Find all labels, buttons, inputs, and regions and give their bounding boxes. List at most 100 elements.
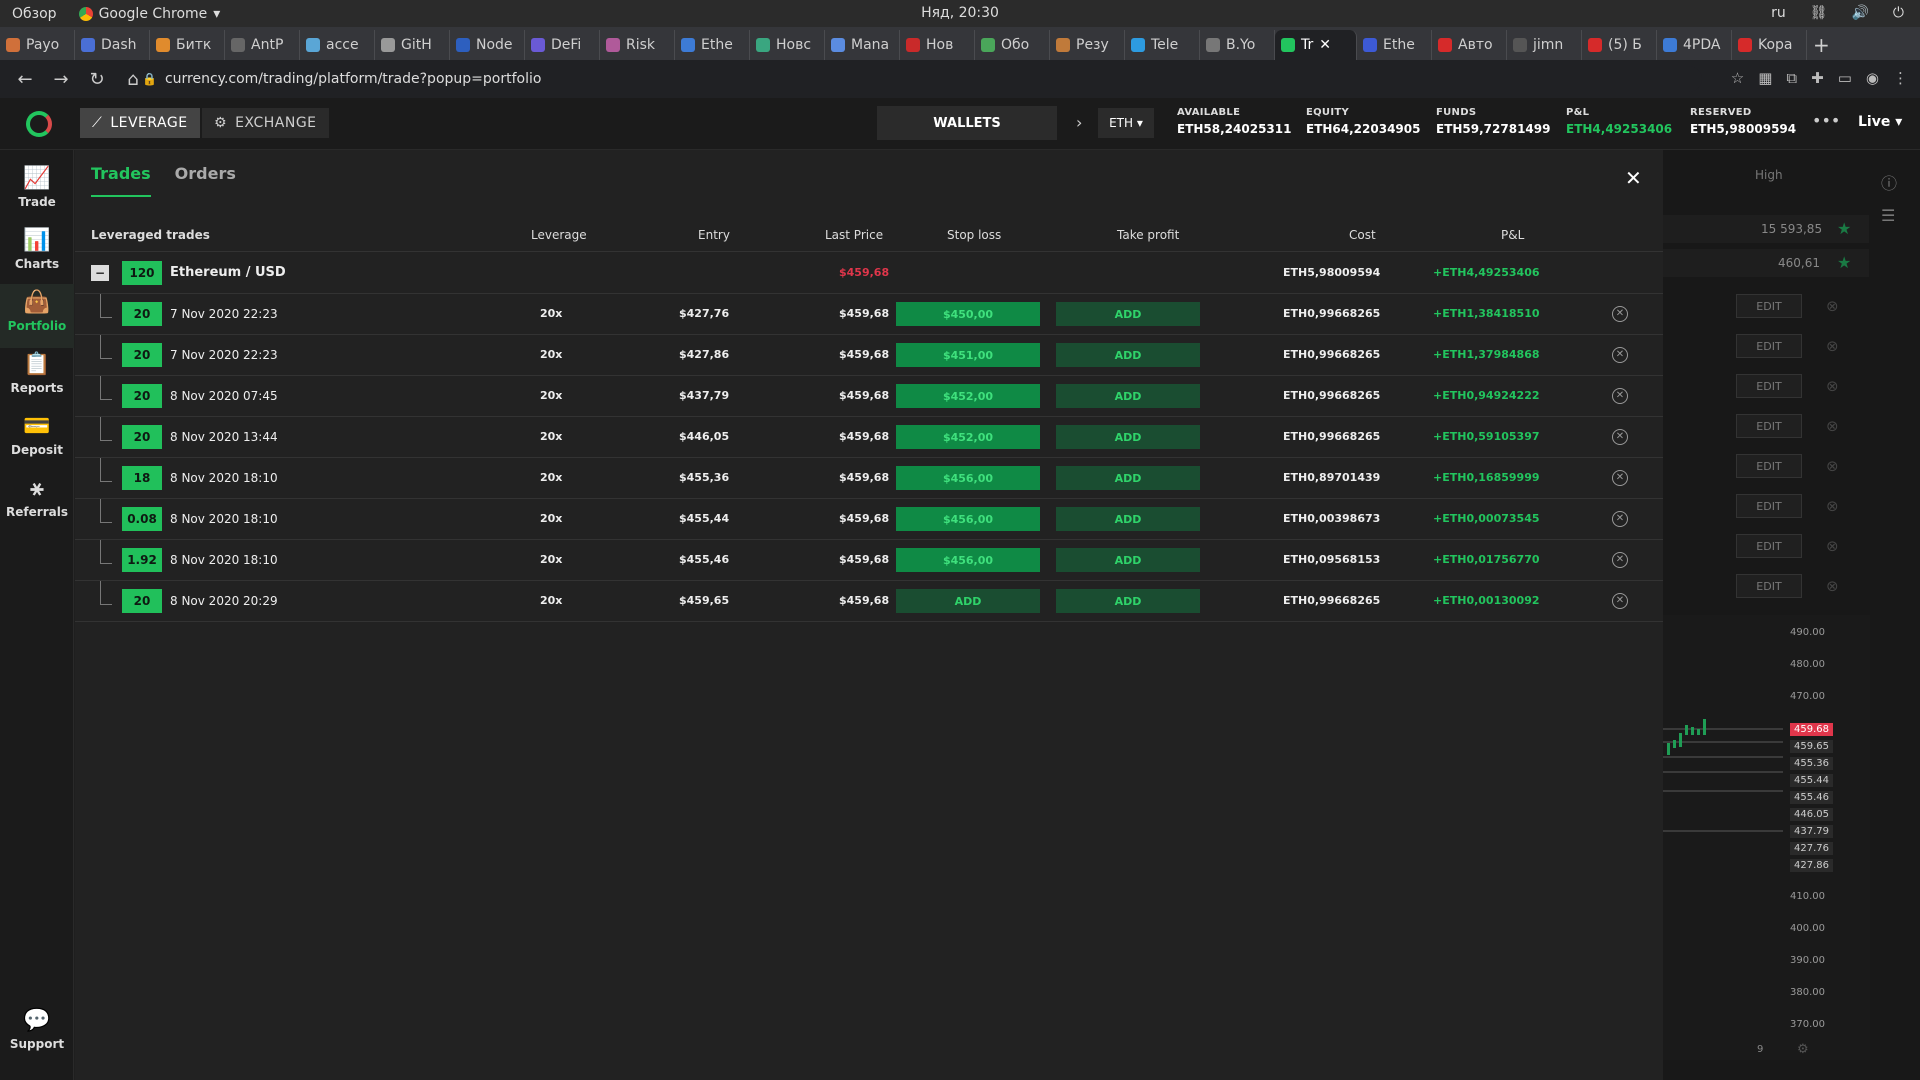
close-trade-icon[interactable]: ✕ — [1612, 470, 1628, 486]
close-icon[interactable]: ⊗ — [1826, 417, 1839, 435]
tab-trades[interactable]: Trades — [91, 164, 151, 197]
close-icon[interactable]: ⊗ — [1826, 337, 1839, 355]
tab-orders[interactable]: Orders — [175, 164, 236, 197]
browser-tab[interactable]: DeFi — [525, 30, 600, 60]
trade-row[interactable]: 20 8 Nov 2020 07:45 20x $437,79 $459,68 $452,… — [75, 376, 1663, 417]
forward-icon[interactable]: → — [50, 69, 72, 90]
new-tab-button[interactable]: + — [1807, 30, 1847, 60]
browser-tab[interactable]: Нов — [900, 30, 975, 60]
star-icon[interactable]: ★ — [1837, 253, 1851, 272]
browser-tab[interactable]: Авто — [1432, 30, 1507, 60]
logo-icon[interactable] — [26, 111, 52, 137]
settings-icon[interactable]: ⚙ — [1797, 1042, 1809, 1057]
edit-button[interactable]: EDIT — [1736, 334, 1802, 358]
browser-tab[interactable]: Битк — [150, 30, 225, 60]
browser-tab[interactable]: Risk — [600, 30, 675, 60]
edit-button[interactable]: EDIT — [1736, 454, 1802, 478]
sidebar-item-charts[interactable]: 📊 Charts — [0, 222, 74, 286]
live-toggle[interactable]: Live ▾ — [1858, 114, 1902, 130]
profile-icon[interactable]: ◉ — [1866, 69, 1879, 87]
leverage-button[interactable]: ⟋ LEVERAGE — [80, 108, 200, 138]
browser-tab[interactable]: GitH — [375, 30, 450, 60]
stop-loss-button[interactable]: $452,00 — [896, 384, 1040, 408]
take-profit-button[interactable]: ADD — [1056, 466, 1200, 490]
stop-loss-button[interactable]: $451,00 — [896, 343, 1040, 367]
volume-icon[interactable]: 🔊 — [1851, 5, 1868, 21]
stop-loss-button[interactable]: $456,00 — [896, 548, 1040, 572]
cast-icon[interactable]: ▭ — [1838, 69, 1852, 87]
trade-row[interactable]: 20 8 Nov 2020 20:29 20x $459,65 $459,68 ADD AD… — [75, 581, 1663, 622]
take-profit-button[interactable]: ADD — [1056, 589, 1200, 613]
wallets-button[interactable]: WALLETS — [877, 106, 1057, 140]
trade-row[interactable]: 1.92 8 Nov 2020 18:10 20x $455,46 $459,68 $45… — [75, 540, 1663, 581]
collapse-icon[interactable]: − — [91, 265, 109, 281]
back-icon[interactable]: ← — [14, 69, 36, 90]
browser-tab[interactable]: acce — [300, 30, 375, 60]
browser-tab[interactable]: Ethe — [675, 30, 750, 60]
extension-icon[interactable]: ▦ — [1758, 69, 1772, 87]
browser-tab[interactable]: Новс — [750, 30, 825, 60]
stop-loss-button[interactable]: $456,00 — [896, 507, 1040, 531]
close-icon[interactable]: ⊗ — [1826, 537, 1839, 555]
exchange-button[interactable]: ⚙ EXCHANGE — [202, 108, 329, 138]
trade-row[interactable]: 20 7 Nov 2020 22:23 20x $427,86 $459,68 $451,… — [75, 335, 1663, 376]
take-profit-button[interactable]: ADD — [1056, 302, 1200, 326]
close-icon[interactable]: ⊗ — [1826, 457, 1839, 475]
group-row[interactable]: − 120 Ethereum / USD $459,68 ETH5,980095… — [75, 253, 1663, 294]
edit-button[interactable]: EDIT — [1736, 374, 1802, 398]
close-trade-icon[interactable]: ✕ — [1612, 347, 1628, 363]
close-icon[interactable]: ⊗ — [1826, 577, 1839, 595]
browser-tab[interactable]: Tele — [1125, 30, 1200, 60]
close-trade-icon[interactable]: ✕ — [1612, 593, 1628, 609]
url-field[interactable]: 🔒 currency.com/trading/platform/trade?po… — [142, 66, 1702, 92]
browser-tab[interactable]: (5) Б — [1582, 30, 1657, 60]
stop-loss-button[interactable]: ADD — [896, 589, 1040, 613]
browser-tab[interactable]: Node — [450, 30, 525, 60]
stop-loss-button[interactable]: $450,00 — [896, 302, 1040, 326]
browser-tab[interactable]: jimn — [1507, 30, 1582, 60]
trade-row[interactable]: 20 8 Nov 2020 13:44 20x $446,05 $459,68 $452,… — [75, 417, 1663, 458]
browser-tab[interactable]: B.Yo — [1200, 30, 1275, 60]
browser-tab[interactable]: AntP — [225, 30, 300, 60]
menu-icon[interactable]: ⋮ — [1893, 69, 1908, 87]
sidebar-item-referrals[interactable]: ⚹ Referrals — [0, 470, 74, 534]
take-profit-button[interactable]: ADD — [1056, 384, 1200, 408]
home-icon[interactable]: ⌂ — [122, 69, 144, 90]
browser-tab[interactable]: Обо — [975, 30, 1050, 60]
sidebar-item-support[interactable]: 💬 Support — [0, 1002, 74, 1066]
edit-button[interactable]: EDIT — [1736, 534, 1802, 558]
close-icon[interactable]: ⊗ — [1826, 377, 1839, 395]
browser-tab[interactable]: Резу — [1050, 30, 1125, 60]
take-profit-button[interactable]: ADD — [1056, 548, 1200, 572]
trade-row[interactable]: 0.08 8 Nov 2020 18:10 20x $455,44 $459,68 $45… — [75, 499, 1663, 540]
browser-tab[interactable]: Dash — [75, 30, 150, 60]
take-profit-button[interactable]: ADD — [1056, 425, 1200, 449]
info-icon[interactable]: ⓘ — [1881, 170, 1897, 194]
edit-button[interactable]: EDIT — [1736, 414, 1802, 438]
edit-button[interactable]: EDIT — [1736, 494, 1802, 518]
close-trade-icon[interactable]: ✕ — [1612, 429, 1628, 445]
browser-tab[interactable]: Kopa — [1732, 30, 1807, 60]
trade-row[interactable]: 18 8 Nov 2020 18:10 20x $455,36 $459,68 $456,… — [75, 458, 1663, 499]
list-icon[interactable]: ☰ — [1881, 206, 1895, 225]
star-icon[interactable]: ★ — [1837, 219, 1851, 238]
close-trade-icon[interactable]: ✕ — [1612, 552, 1628, 568]
close-trade-icon[interactable]: ✕ — [1612, 388, 1628, 404]
power-icon[interactable]: ⏻ — [1893, 5, 1904, 21]
watch-row[interactable]: 15 593,85 ★ — [1663, 215, 1869, 243]
close-icon[interactable]: ✕ — [1625, 166, 1642, 190]
puzzle-icon[interactable]: ✚ — [1811, 69, 1824, 87]
star-icon[interactable]: ☆ — [1731, 69, 1744, 87]
trade-row[interactable]: 20 7 Nov 2020 22:23 20x $427,76 $459,68 $450,… — [75, 294, 1663, 335]
chevron-right-icon[interactable]: › — [1076, 113, 1082, 132]
translate-icon[interactable]: ⧉ — [1786, 69, 1797, 87]
clock[interactable]: Няд, 20:30 — [0, 5, 1920, 21]
close-tab-icon[interactable]: ✕ — [1319, 37, 1331, 53]
edit-button[interactable]: EDIT — [1736, 294, 1802, 318]
watch-row[interactable]: 460,61 ★ — [1663, 249, 1869, 277]
browser-tab[interactable]: 4PDA — [1657, 30, 1732, 60]
browser-tab[interactable]: Payo — [0, 30, 75, 60]
stop-loss-button[interactable]: $452,00 — [896, 425, 1040, 449]
browser-tab[interactable]: Ethe — [1357, 30, 1432, 60]
browser-tab[interactable]: Mana — [825, 30, 900, 60]
